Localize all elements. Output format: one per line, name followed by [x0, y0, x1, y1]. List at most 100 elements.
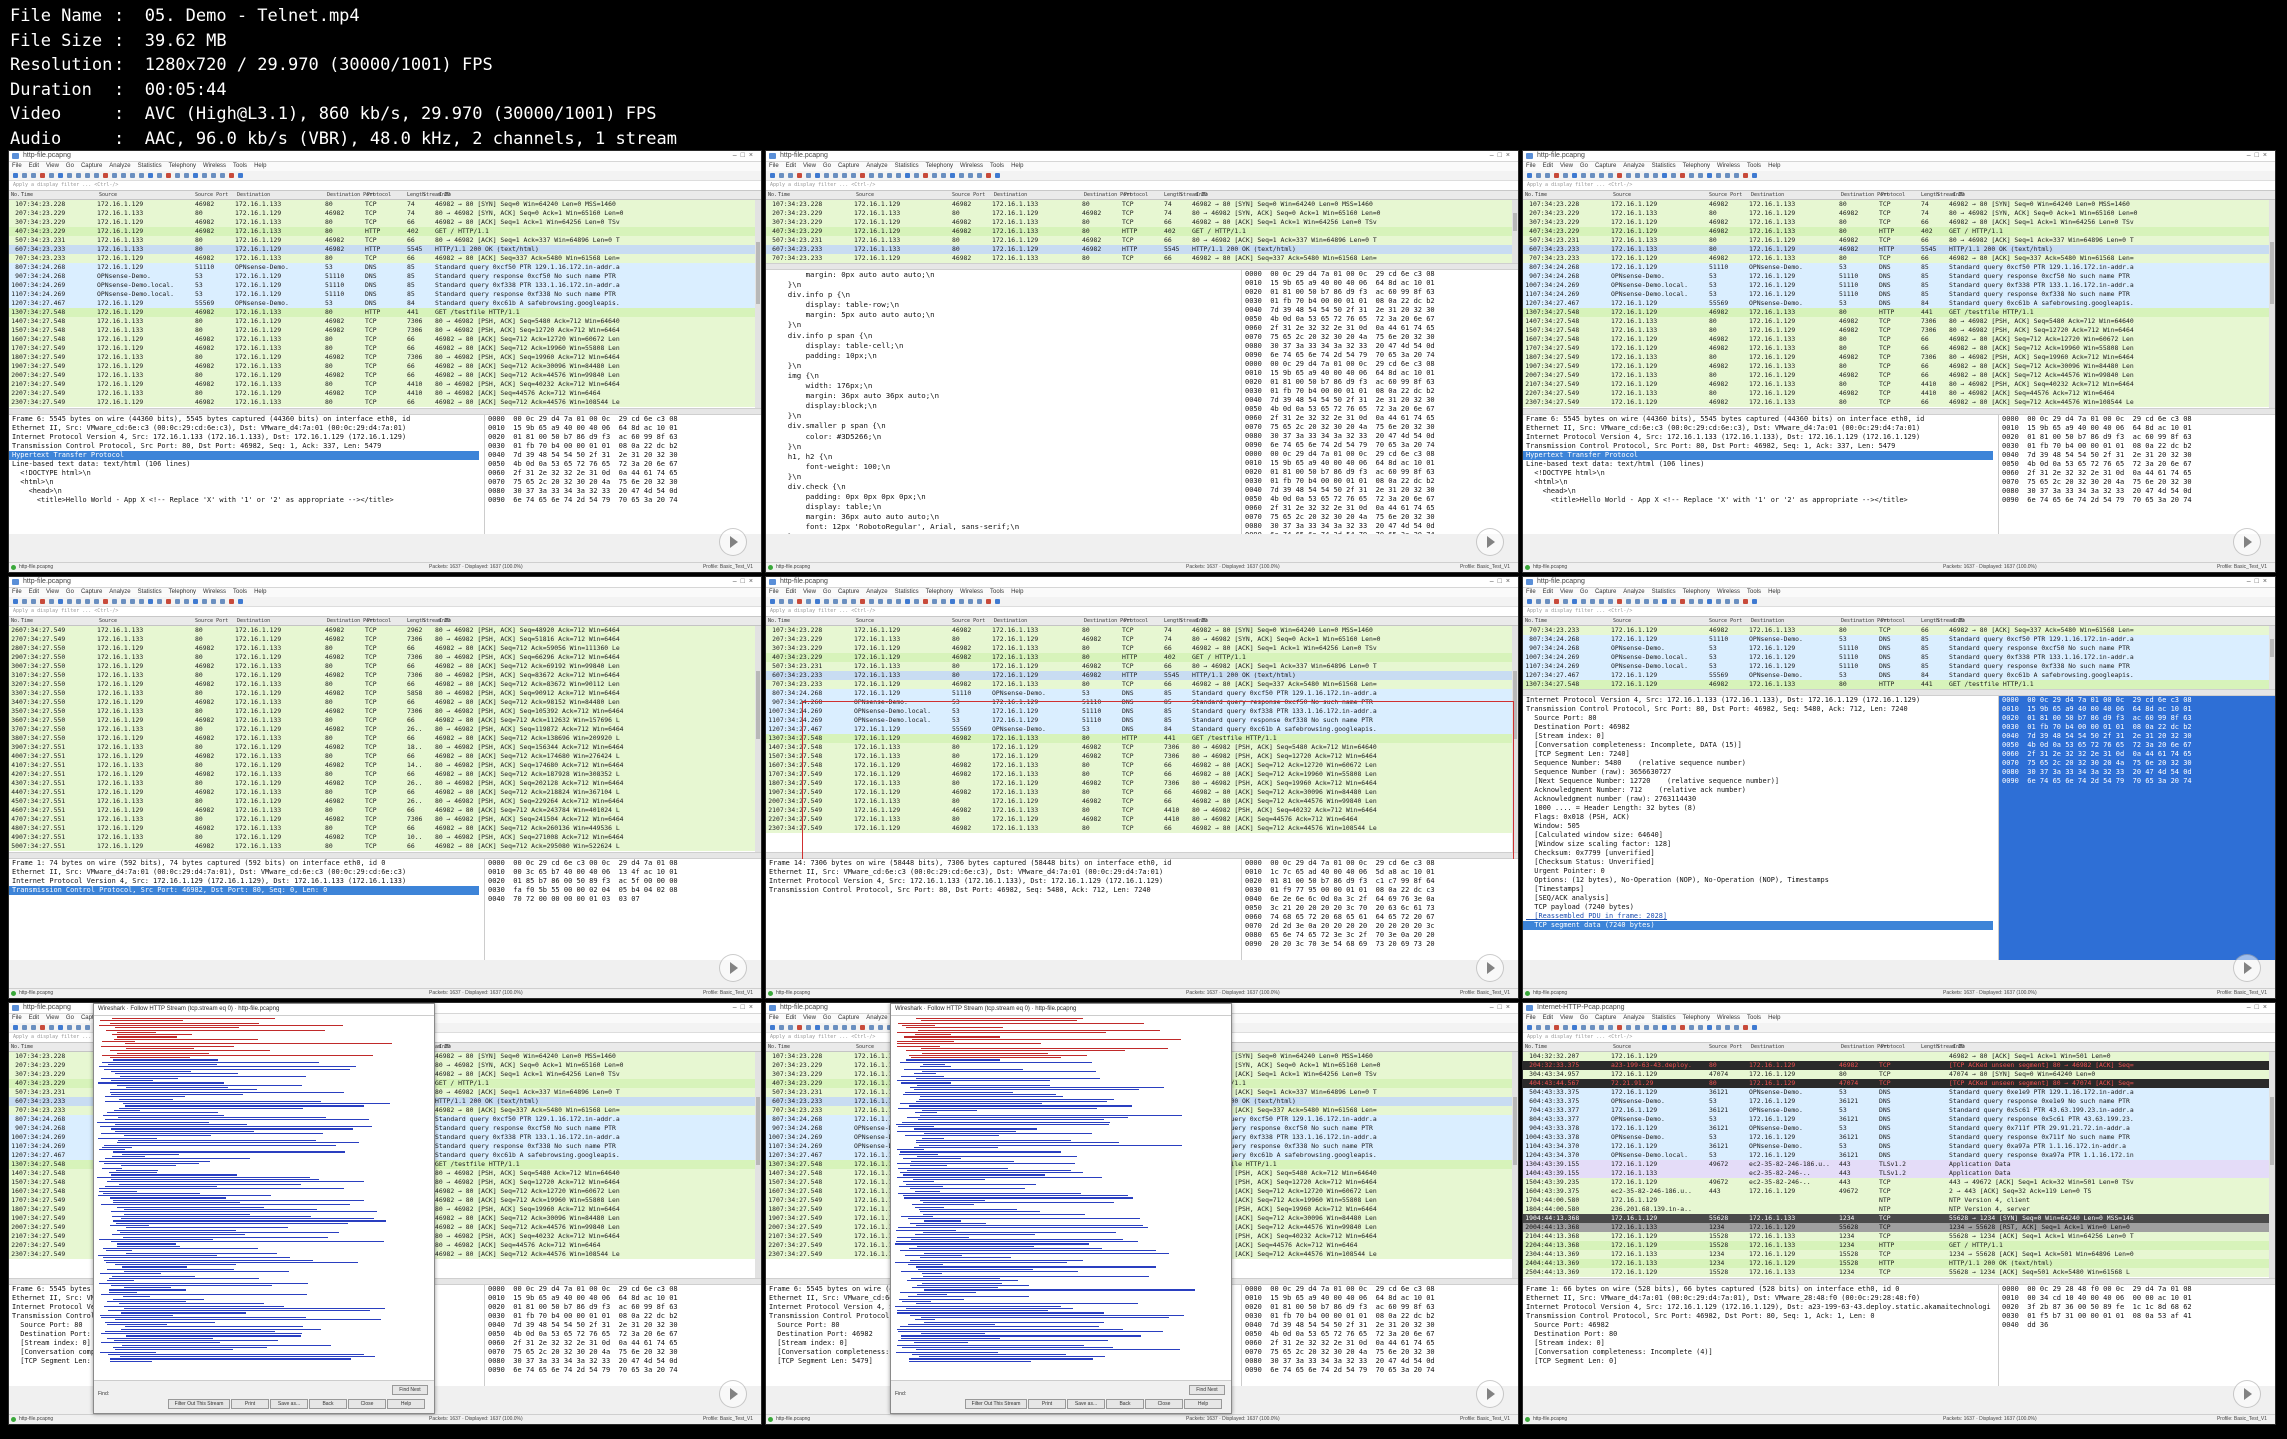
toolbar-button-icon[interactable]	[1752, 1025, 1757, 1030]
menu-item[interactable]: Edit	[1543, 1015, 1553, 1021]
detail-line[interactable]: Source Port: 46982	[1523, 1321, 1993, 1330]
menu-item[interactable]: Capture	[1595, 589, 1616, 595]
column-header[interactable]: Time	[21, 191, 33, 199]
toolbar-button-icon[interactable]	[797, 173, 802, 178]
menu-item[interactable]: File	[1526, 589, 1536, 595]
packet-row[interactable]: 27 07:34:27.549 172.16.1.133 80 172.16.1.129…	[9, 635, 761, 644]
column-header[interactable]: Destination	[994, 617, 1027, 625]
detail-line[interactable]: Destination Port: 46982	[1523, 723, 1993, 732]
column-header[interactable]: Destination	[1751, 191, 1784, 199]
column-header[interactable]: Info	[1953, 617, 1965, 625]
packet-row[interactable]: 16 04:43:39.375 ec2-35-82-246-186.u.. 443 17…	[1523, 1187, 2275, 1196]
column-header[interactable]: Time	[21, 1043, 33, 1051]
toolbar-button-icon[interactable]	[851, 1025, 856, 1030]
menu-item[interactable]: Go	[1580, 163, 1588, 169]
column-header[interactable]: Time	[21, 617, 33, 625]
menu-item[interactable]: Go	[823, 163, 831, 169]
toolbar-button-icon[interactable]	[76, 1025, 81, 1030]
packet-row[interactable]: 2207:34:27.549172.16.1.13380172.16.1.129…	[9, 389, 761, 398]
detail-line[interactable]: Frame 1: 74 bytes on wire (592 bits), 74…	[9, 859, 479, 868]
detail-line[interactable]: <html>\n	[1523, 478, 1993, 487]
toolbar-button-icon[interactable]	[1590, 599, 1595, 604]
toolbar-button-icon[interactable]	[977, 173, 982, 178]
display-filter-input[interactable]: Apply a display filter ... <Ctrl-/>	[9, 607, 761, 617]
toolbar-button-icon[interactable]	[1572, 599, 1577, 604]
scrollbar-thumb[interactable]	[1513, 1097, 1517, 1165]
packet-row[interactable]: 1407:34:27.548172.16.1.13380172.16.1.129…	[766, 743, 1518, 752]
packet-row[interactable]: 207:34:23.229172.16.1.13380172.16.1.1294…	[9, 209, 761, 218]
menu-item[interactable]: Go	[66, 1015, 74, 1021]
toolbar-button-icon[interactable]	[1680, 173, 1685, 178]
packet-row[interactable]: 2107:34:27.549172.16.1.12946982172.16.1.…	[9, 380, 761, 389]
menu-item[interactable]: View	[803, 1015, 816, 1021]
toolbar-button-icon[interactable]	[31, 1025, 36, 1030]
detail-line[interactable]: Transmission Control Protocol, Src Port:…	[1523, 442, 1993, 451]
toolbar-button-icon[interactable]	[1608, 599, 1613, 604]
menu-item[interactable]: File	[12, 163, 22, 169]
print-button[interactable]: Print	[1028, 1399, 1066, 1409]
detail-line[interactable]: Internet Protocol Version 4, Src: 172.16…	[9, 877, 479, 886]
packet-row[interactable]: 507:34:23.231172.16.1.13380172.16.1.1294…	[9, 236, 761, 245]
display-filter-input[interactable]: Apply a display filter ... <Ctrl-/>	[766, 607, 1518, 617]
toolbar-button-icon[interactable]	[887, 173, 892, 178]
packet-row[interactable]: 1807:34:27.549172.16.1.13380172.16.1.129…	[1523, 353, 2275, 362]
packet-row[interactable]: 2307:34:27.549172.16.1.12946982172.16.1.…	[9, 398, 761, 407]
toolbar-button-icon[interactable]	[1581, 1025, 1586, 1030]
toolbar-button-icon[interactable]	[932, 173, 937, 178]
video-play-icon[interactable]	[2233, 1380, 2261, 1408]
toolbar-button-icon[interactable]	[238, 599, 243, 604]
toolbar-button-icon[interactable]	[878, 599, 883, 604]
column-header[interactable]: Protocol	[1881, 191, 1905, 199]
menu-item[interactable]: Tools	[990, 163, 1004, 169]
packet-row[interactable]: 2007:34:27.549172.16.1.13380172.16.1.129…	[9, 371, 761, 380]
detail-line[interactable]: [Next Sequence Number: 12720 (relative s…	[1523, 777, 1993, 786]
scrollbar-thumb[interactable]	[1513, 671, 1517, 739]
packet-row[interactable]: 12 04:43:34.370 OPNsense-Demo.local. 53 172.…	[1523, 1151, 2275, 1160]
detail-line[interactable]: TCP payload (7240 bytes)	[1523, 903, 1993, 912]
toolbar-button-icon[interactable]	[1653, 599, 1658, 604]
toolbar-button-icon[interactable]	[1671, 1025, 1676, 1030]
toolbar-button-icon[interactable]	[806, 1025, 811, 1030]
scrollbar-thumb[interactable]	[2270, 241, 2274, 304]
packet-row[interactable]: 1907:34:27.549172.16.1.12946982172.16.1.…	[1523, 362, 2275, 371]
toolbar-button-icon[interactable]	[887, 599, 892, 604]
toolbar-button-icon[interactable]	[175, 599, 180, 604]
detail-line[interactable]: Window: 505	[1523, 822, 1993, 831]
packet-row[interactable]: 807:34:24.268172.16.1.12951110OPNsense-D…	[9, 263, 761, 272]
menu-item[interactable]: File	[769, 1015, 779, 1021]
detail-line[interactable]: Sequence Number: 5480 (relative sequence…	[1523, 759, 1993, 768]
detail-line[interactable]: Options: (12 bytes), No-Operation (NOP),…	[1523, 876, 1993, 885]
find-next-button[interactable]: Find Next	[392, 1385, 428, 1395]
column-header[interactable]: Info	[439, 617, 451, 625]
menu-item[interactable]: Wireless	[960, 589, 983, 595]
toolbar-button-icon[interactable]	[1716, 1025, 1721, 1030]
toolbar-button-icon[interactable]	[869, 599, 874, 604]
detail-line[interactable]: 1000 .... = Header Length: 32 bytes (8)	[1523, 804, 1993, 813]
packet-row[interactable]: 907:34:24.268OPNsense-Demo.53172.16.1.12…	[9, 272, 761, 281]
column-header[interactable]: Info	[1196, 191, 1208, 199]
toolbar-button-icon[interactable]	[833, 173, 838, 178]
packet-row[interactable]: 32 07:34:27.550 172.16.1.129 46982 172.16.1.…	[9, 680, 761, 689]
pane-splitter[interactable]	[1523, 408, 2275, 415]
detail-line[interactable]: Hypertext Transfer Protocol	[9, 451, 479, 460]
menu-item[interactable]: Analyze	[866, 589, 887, 595]
detail-line[interactable]: Internet Protocol Version 4, Src: 172.16…	[9, 433, 479, 442]
packet-row[interactable]: 707:34:23.233172.16.1.12946982172.16.1.1…	[1523, 626, 2275, 635]
window-controls[interactable]: –□×	[2247, 577, 2271, 587]
toolbar-button-icon[interactable]	[1617, 1025, 1622, 1030]
window-controls[interactable]: –□×	[2247, 151, 2271, 161]
close-button[interactable]: Close	[1145, 1399, 1183, 1409]
packet-row[interactable]: 1707:34:27.549172.16.1.12946982172.16.1.…	[766, 770, 1518, 779]
toolbar-button-icon[interactable]	[58, 1025, 63, 1030]
packet-row[interactable]: 1707:34:27.549172.16.1.12946982172.16.1.…	[1523, 344, 2275, 353]
toolbar-button-icon[interactable]	[770, 1025, 775, 1030]
menu-item[interactable]: File	[12, 1015, 22, 1021]
packet-row[interactable]: 31 07:34:27.550 172.16.1.133 80 172.16.1.129…	[9, 671, 761, 680]
toolbar-button-icon[interactable]	[860, 599, 865, 604]
menu-item[interactable]: Help	[1768, 163, 1780, 169]
column-header[interactable]: Destination	[994, 191, 1027, 199]
menu-item[interactable]: Tools	[1747, 163, 1761, 169]
toolbar-button-icon[interactable]	[878, 1025, 883, 1030]
packet-row[interactable]: 48 07:34:27.551 172.16.1.129 46982 172.16.1.…	[9, 824, 761, 833]
toolbar-button-icon[interactable]	[977, 599, 982, 604]
